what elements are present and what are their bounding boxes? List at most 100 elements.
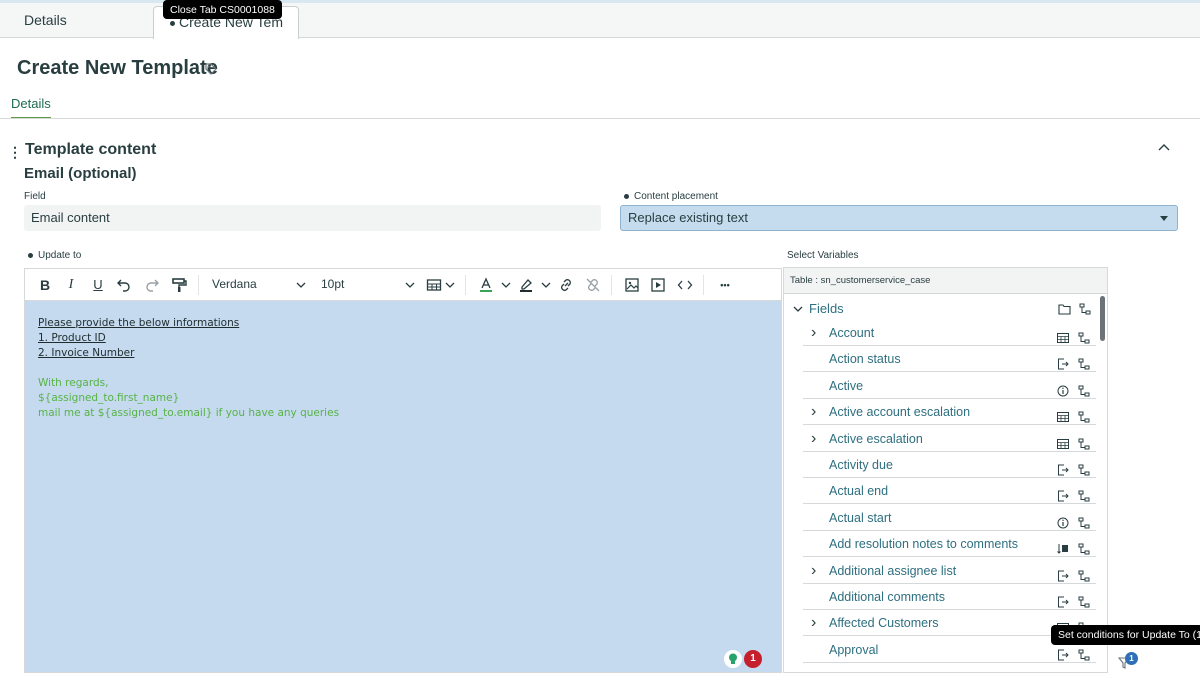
chevron-right-icon[interactable]: ›: [811, 320, 816, 346]
italic-button[interactable]: I: [63, 277, 79, 293]
content-placement-label-text: Content placement: [634, 191, 718, 202]
variable-row[interactable]: Action status: [803, 346, 1096, 373]
unsaved-dot-icon: [170, 20, 175, 26]
font-size-select[interactable]: 10pt: [321, 277, 344, 291]
section-subtitle: Email (optional): [24, 165, 137, 182]
content-placement-select[interactable]: Replace existing text: [620, 205, 1178, 231]
chevron-right-icon[interactable]: ›: [811, 399, 816, 425]
notification-count-badge[interactable]: 1: [744, 650, 762, 668]
close-tab-tooltip: Close Tab CS0001088: [163, 0, 282, 19]
variable-label: Active: [829, 378, 864, 393]
hierarchy-icon[interactable]: [1078, 538, 1090, 555]
variable-row[interactable]: › Active escalation: [803, 426, 1096, 452]
filter-count-badge: 1: [1125, 652, 1138, 665]
image-icon[interactable]: [624, 277, 640, 293]
source-code-icon[interactable]: [677, 277, 693, 293]
highlight-icon[interactable]: [518, 277, 534, 293]
sort-icon[interactable]: [1057, 538, 1069, 554]
reference-icon[interactable]: [1057, 644, 1069, 661]
more-options-icon[interactable]: •••: [715, 277, 735, 293]
variable-row[interactable]: Activity due: [803, 452, 1096, 478]
chevron-up-icon[interactable]: [1157, 142, 1171, 152]
editor-line: mail me at ${assigned_to.email} if you h…: [38, 407, 340, 419]
variable-label: Approval: [829, 642, 879, 657]
select-variables-label: Select Variables: [787, 250, 859, 261]
chevron-down-icon[interactable]: [295, 277, 307, 293]
update-to-label-text: Update to: [38, 250, 82, 261]
hierarchy-icon[interactable]: [1078, 644, 1090, 661]
table-icon[interactable]: [1057, 327, 1069, 343]
hierarchy-icon[interactable]: [1078, 459, 1090, 476]
redo-icon[interactable]: [144, 277, 160, 293]
tag-icon[interactable]: [204, 62, 218, 76]
reference-icon[interactable]: [1057, 353, 1069, 370]
field-input[interactable]: Email content: [24, 205, 601, 231]
variable-row[interactable]: Add resolution notes to comments: [803, 531, 1096, 558]
variable-row[interactable]: Actual start: [803, 505, 1096, 531]
chevron-down-icon[interactable]: [404, 277, 416, 293]
field-label: Field: [24, 191, 46, 202]
link-icon[interactable]: [558, 277, 574, 293]
subtab-details[interactable]: Details: [11, 96, 51, 119]
hierarchy-icon[interactable]: [1078, 327, 1090, 344]
font-family-select[interactable]: Verdana: [212, 277, 257, 291]
editor-line: 2. Invoice Number: [38, 347, 135, 359]
variable-row[interactable]: › Account: [803, 320, 1096, 346]
subtab-divider: [0, 118, 1200, 119]
undo-icon[interactable]: [116, 277, 132, 293]
table-icon[interactable]: [426, 277, 442, 293]
fields-group-header[interactable]: Fields: [790, 298, 1091, 320]
hierarchy-icon[interactable]: [1079, 303, 1091, 315]
hierarchy-icon[interactable]: [1078, 433, 1090, 450]
required-dot-icon: [28, 252, 33, 258]
table-icon[interactable]: [1057, 406, 1069, 423]
text-color-icon[interactable]: [478, 277, 494, 293]
empty-line: [38, 361, 768, 376]
chevron-down-icon[interactable]: [444, 277, 456, 293]
editor-line: With regards,: [38, 377, 109, 389]
chevron-down-icon[interactable]: [540, 277, 552, 293]
variables-table-name: Table : sn_customerservice_case: [784, 268, 1107, 294]
lightbulb-icon[interactable]: [724, 650, 742, 668]
select-variables-panel: Table : sn_customerservice_case Fields ›…: [783, 267, 1108, 673]
reference-icon[interactable]: [1057, 485, 1069, 502]
variable-row[interactable]: Actual end: [803, 478, 1096, 505]
chevron-right-icon[interactable]: ›: [811, 558, 816, 584]
hierarchy-icon[interactable]: [1078, 380, 1090, 397]
editor-content[interactable]: Please provide the below informations 1.…: [25, 301, 781, 672]
chevron-down-icon[interactable]: [500, 277, 512, 293]
variable-row[interactable]: › Additional assignee list: [803, 558, 1096, 584]
info-icon[interactable]: [1057, 512, 1069, 529]
table-icon[interactable]: [1057, 433, 1069, 449]
scrollbar[interactable]: [1100, 296, 1105, 341]
fields-group-label: Fields: [809, 301, 844, 316]
variable-row[interactable]: Additional comments: [803, 584, 1096, 610]
hierarchy-icon[interactable]: [1078, 512, 1090, 529]
format-painter-icon[interactable]: [171, 277, 187, 293]
folder-icon[interactable]: [1058, 303, 1071, 315]
hierarchy-icon[interactable]: [1078, 591, 1090, 608]
hierarchy-icon[interactable]: [1078, 353, 1090, 370]
hierarchy-icon[interactable]: [1078, 565, 1090, 582]
drag-handle-icon[interactable]: ⋮: [8, 144, 22, 161]
tab-details[interactable]: Details: [0, 3, 152, 38]
underline-button[interactable]: U: [90, 277, 106, 293]
hierarchy-icon[interactable]: [1078, 406, 1090, 423]
variable-label: Add resolution notes to comments: [829, 537, 1018, 552]
info-icon[interactable]: [1057, 380, 1069, 397]
reference-icon[interactable]: [1057, 565, 1069, 582]
variable-label: Affected Customers: [829, 616, 939, 631]
chevron-right-icon[interactable]: ›: [811, 610, 816, 636]
variable-row[interactable]: › Active account escalation: [803, 399, 1096, 426]
variable-row[interactable]: Active: [803, 373, 1096, 399]
chevron-right-icon[interactable]: ›: [811, 426, 816, 452]
reference-icon[interactable]: [1057, 591, 1069, 608]
variable-label: Activity due: [829, 458, 893, 472]
rich-text-editor: B I U Verdana 10pt ••• Please provide th…: [24, 268, 782, 673]
media-icon[interactable]: [650, 277, 666, 293]
unlink-icon[interactable]: [585, 277, 601, 293]
reference-icon[interactable]: [1057, 459, 1069, 476]
bold-button[interactable]: B: [37, 277, 53, 293]
editor-line: ${assigned_to.first_name}: [38, 392, 180, 404]
hierarchy-icon[interactable]: [1078, 485, 1090, 502]
